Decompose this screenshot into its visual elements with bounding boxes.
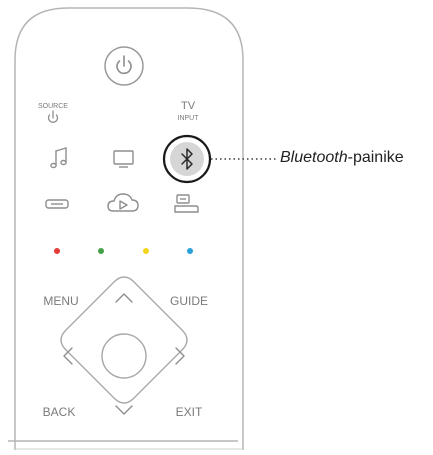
small-power-icon (47, 110, 59, 123)
callout-italic: Bluetooth (280, 149, 348, 166)
d-pad (60, 276, 188, 415)
cloud-button[interactable] (107, 193, 139, 212)
device-button[interactable] (45, 199, 69, 209)
remote-diagram: SOURCE TV INPUT MENU GUIDE BACK EXIT Blu… (0, 0, 433, 450)
music-button[interactable] (50, 147, 67, 169)
menu-label: MENU (43, 294, 78, 308)
bluetooth-callout-label: Bluetooth-painike (280, 149, 404, 167)
game-console-icon (174, 194, 199, 213)
blue-button[interactable] (187, 248, 193, 254)
exit-label: EXIT (176, 405, 203, 419)
tv-input-button[interactable]: TV INPUT (178, 100, 200, 122)
input-label: INPUT (178, 115, 200, 122)
tv-button[interactable] (113, 150, 134, 168)
tv-label: TV (181, 100, 196, 112)
ok-button[interactable] (101, 333, 147, 379)
music-note-icon (50, 147, 67, 169)
source-button[interactable]: SOURCE (38, 103, 68, 123)
red-button[interactable] (54, 248, 60, 254)
set-top-box-icon (45, 199, 69, 209)
source-label: SOURCE (38, 103, 68, 110)
down-arrow-icon[interactable] (115, 405, 133, 415)
callout-rest: -painike (347, 149, 404, 166)
green-button[interactable] (98, 248, 104, 254)
guide-label: GUIDE (170, 294, 208, 308)
back-label: BACK (43, 405, 76, 419)
cloud-play-icon (107, 193, 139, 212)
power-button[interactable] (104, 46, 144, 86)
game-button[interactable] (174, 194, 199, 213)
tv-screen-icon (113, 150, 134, 168)
bluetooth-button[interactable] (162, 134, 212, 184)
yellow-button[interactable] (143, 248, 149, 254)
